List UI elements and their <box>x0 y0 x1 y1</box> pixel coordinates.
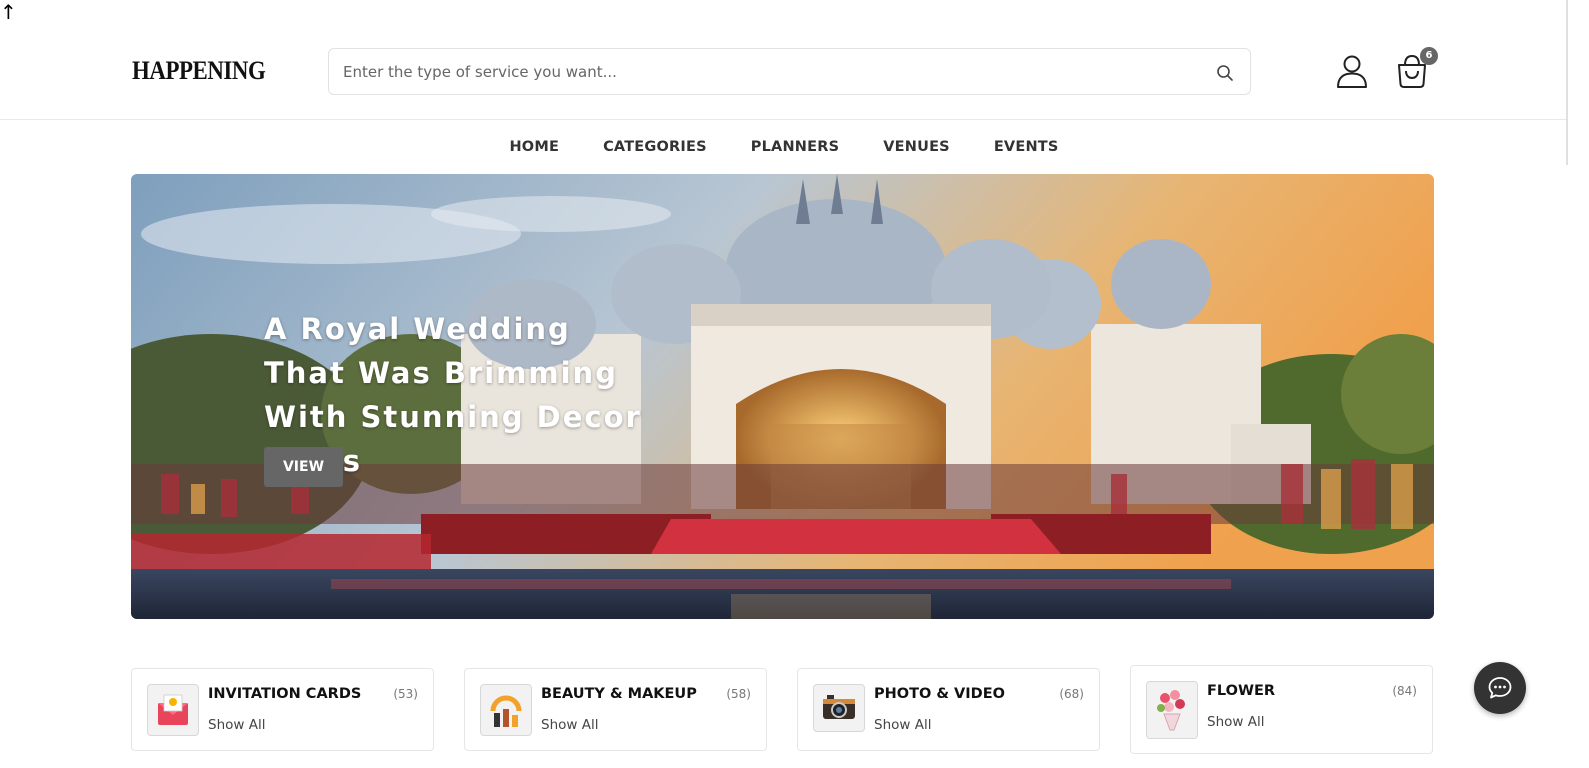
user-account-icon[interactable] <box>1334 53 1370 89</box>
flower-bouquet-icon <box>1157 690 1185 731</box>
category-count: (68) <box>1059 687 1084 701</box>
search-bar <box>328 48 1251 95</box>
category-thumbnail <box>813 684 865 732</box>
category-thumbnail <box>147 684 199 736</box>
search-input[interactable] <box>343 49 1193 94</box>
category-thumbnail <box>480 684 532 736</box>
category-card-flower[interactable]: FLOWER (84) Show All <box>1130 665 1433 754</box>
nav-venues[interactable]: VENUES <box>883 139 950 155</box>
invitation-card-icon <box>158 694 188 725</box>
cart-count-badge: 6 <box>1420 47 1438 65</box>
makeup-icon <box>490 695 522 727</box>
category-thumbnail <box>1146 681 1198 739</box>
hero-banner[interactable]: A Royal Wedding That Was Brimming With S… <box>131 174 1434 619</box>
category-name: PHOTO & VIDEO <box>874 686 1005 702</box>
category-card-beauty-makeup[interactable]: BEAUTY & MAKEUP (58) Show All <box>464 668 767 751</box>
show-all-link[interactable]: Show All <box>541 717 598 733</box>
category-count: (53) <box>393 687 418 701</box>
nav-events[interactable]: EVENTS <box>994 139 1059 155</box>
nav-home[interactable]: HOME <box>509 139 559 155</box>
chat-button[interactable] <box>1474 662 1526 714</box>
nav-planners[interactable]: PLANNERS <box>751 139 839 155</box>
chat-bubble-icon <box>1488 677 1512 699</box>
search-icon[interactable] <box>1216 64 1234 82</box>
category-count: (84) <box>1392 684 1417 698</box>
category-name: INVITATION CARDS <box>208 686 362 702</box>
site-header: HAPPENING 6 <box>0 0 1568 120</box>
camera-icon <box>823 695 855 719</box>
show-all-link[interactable]: Show All <box>208 717 265 733</box>
hero-view-button[interactable]: VIEW <box>264 447 343 487</box>
site-logo[interactable]: HAPPENING <box>132 56 266 86</box>
category-count: (58) <box>726 687 751 701</box>
category-card-invitation-cards[interactable]: INVITATION CARDS (53) Show All <box>131 668 434 751</box>
nav-categories[interactable]: CATEGORIES <box>603 139 707 155</box>
show-all-link[interactable]: Show All <box>874 717 931 733</box>
category-card-photo-video[interactable]: PHOTO & VIDEO (68) Show All <box>797 668 1100 751</box>
category-name: FLOWER <box>1207 683 1276 699</box>
main-nav: HOME CATEGORIES PLANNERS VENUES EVENTS <box>0 120 1568 174</box>
category-name: BEAUTY & MAKEUP <box>541 686 697 702</box>
show-all-link[interactable]: Show All <box>1207 714 1264 730</box>
